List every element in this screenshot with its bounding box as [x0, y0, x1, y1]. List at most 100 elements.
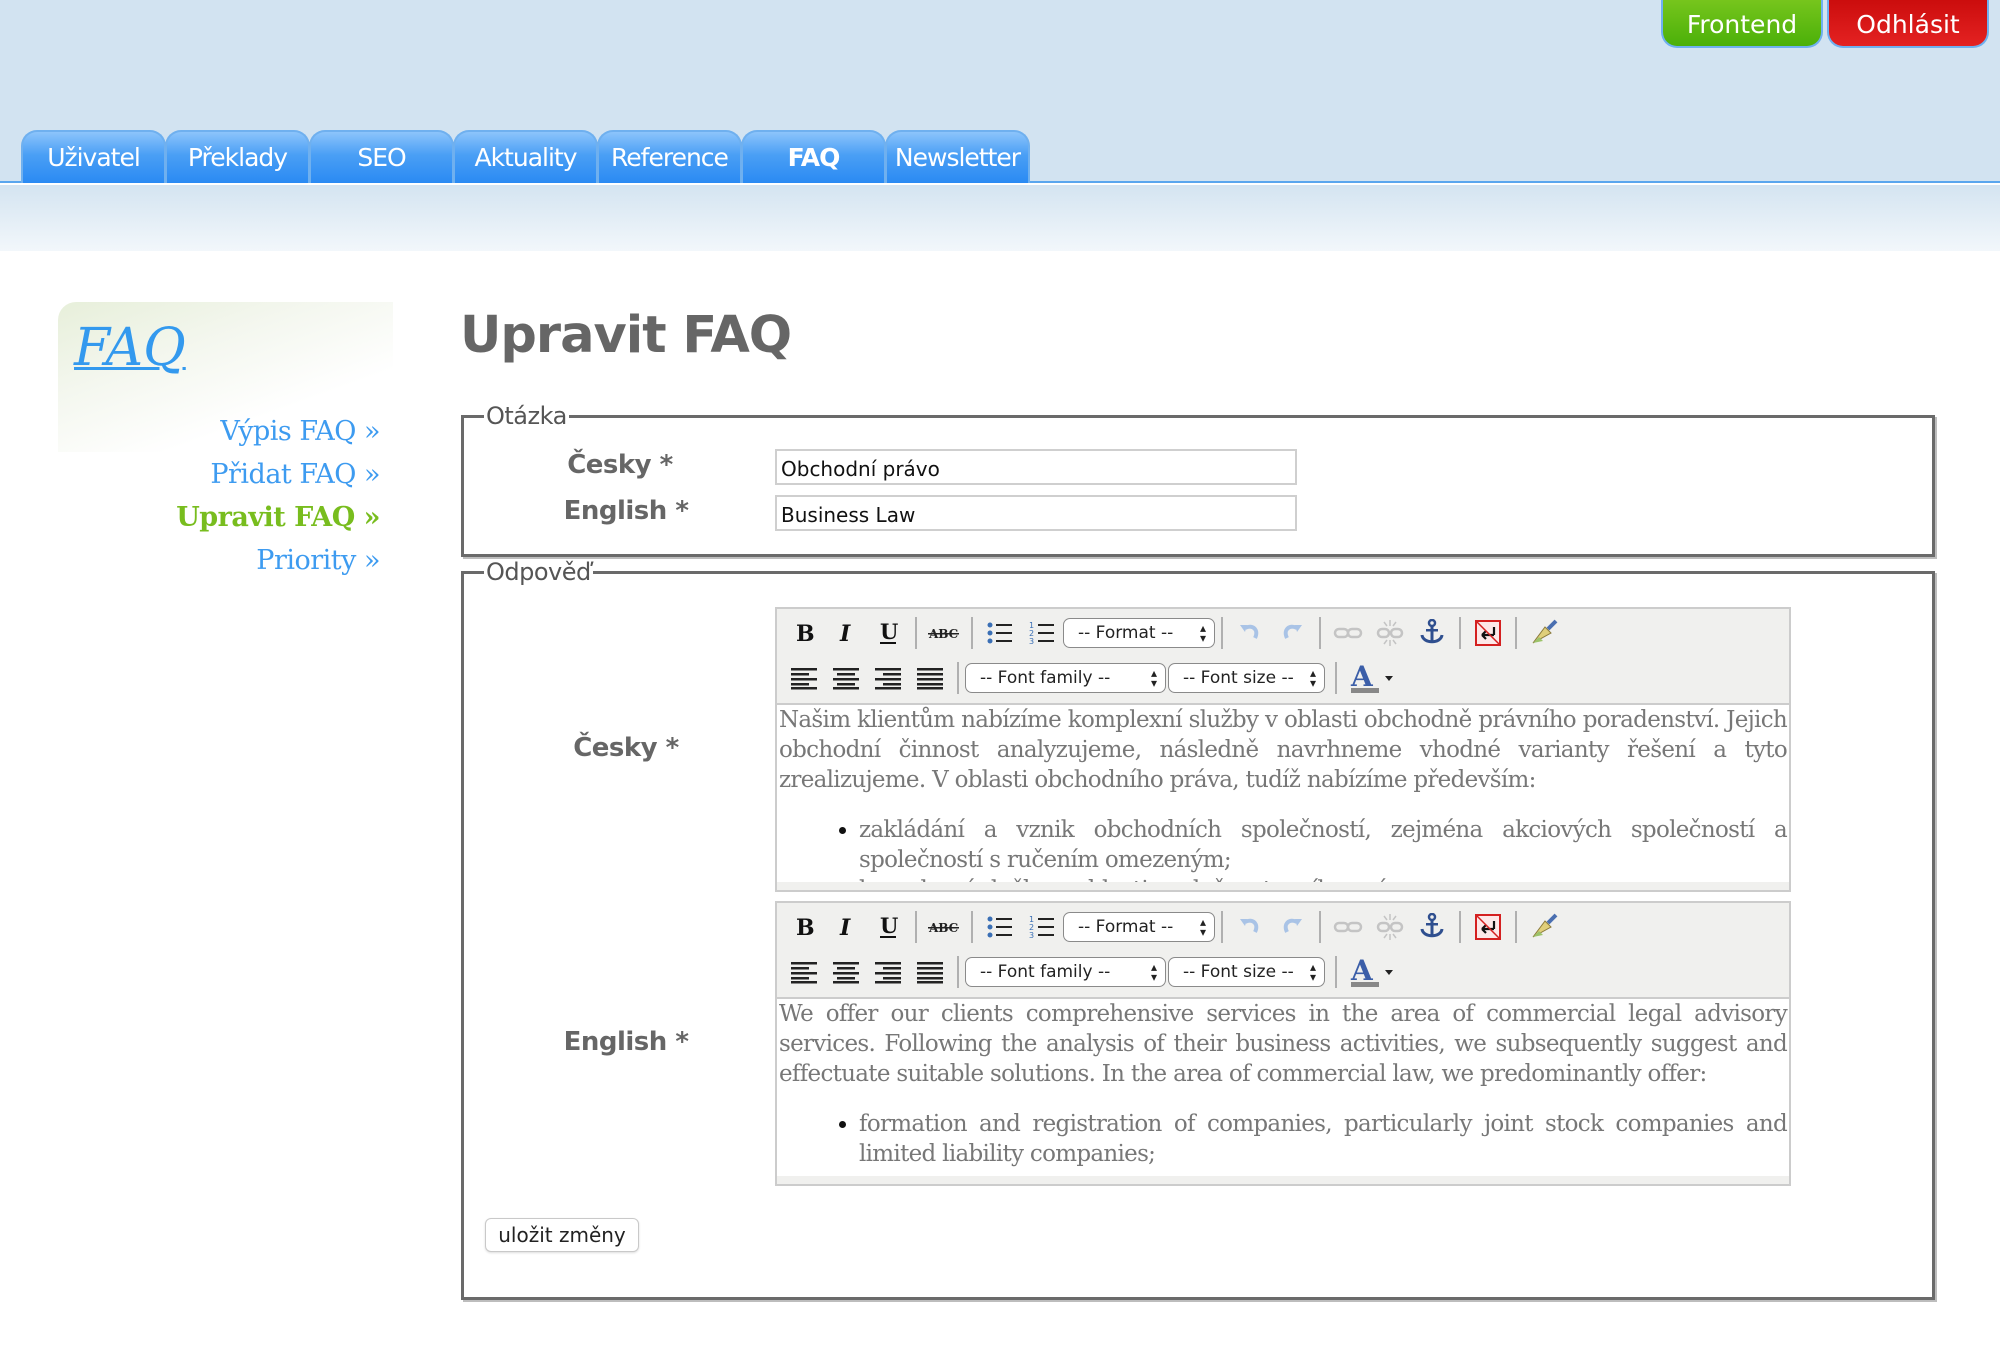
- bullet-list-icon[interactable]: [979, 615, 1021, 651]
- anchor-icon[interactable]: [1411, 909, 1453, 945]
- toolbar-separator: [1319, 617, 1321, 649]
- bold-icon[interactable]: B: [783, 615, 825, 651]
- tab-uzivatel[interactable]: Uživatel: [21, 130, 166, 183]
- editor-cz: B I U ABC 123 -- Format -- ▴ ▾ -- Font f…: [775, 607, 1791, 892]
- logout-button[interactable]: Odhlásit: [1827, 0, 1989, 48]
- format-select[interactable]: -- Format -- ▴ ▾: [1063, 618, 1215, 648]
- text-color-icon[interactable]: A: [1343, 660, 1399, 696]
- bold-icon[interactable]: B: [783, 909, 825, 945]
- unlink-icon[interactable]: [1369, 909, 1411, 945]
- main-tabs: Uživatel Překlady SEO Aktuality Referenc…: [21, 130, 1030, 183]
- paint-brush-icon[interactable]: [1523, 615, 1565, 651]
- svg-text:I: I: [839, 621, 851, 645]
- tab-newsletter[interactable]: Newsletter: [885, 130, 1030, 183]
- header-gradient-band: [0, 185, 2000, 251]
- align-center-icon[interactable]: [825, 660, 867, 696]
- toolbar-separator: [1221, 617, 1223, 649]
- sidebar-title[interactable]: FAQ: [74, 318, 186, 378]
- italic-icon[interactable]: I: [825, 615, 867, 651]
- align-justify-icon[interactable]: [909, 660, 951, 696]
- redo-icon[interactable]: [1271, 909, 1313, 945]
- svg-text:3: 3: [1029, 931, 1034, 940]
- redo-icon[interactable]: [1271, 615, 1313, 651]
- question-en-label: English *: [563, 496, 689, 526]
- align-center-icon[interactable]: [825, 954, 867, 990]
- save-button[interactable]: uložit změny: [485, 1218, 639, 1252]
- format-select[interactable]: -- Format -- ▴ ▾: [1063, 912, 1215, 942]
- editor-cz-paragraph: Našim klientům nabízíme komplexní služby…: [779, 707, 1788, 793]
- anchor-icon[interactable]: [1411, 615, 1453, 651]
- link-icon[interactable]: [1327, 909, 1369, 945]
- answer-en-label: English *: [563, 1027, 689, 1057]
- sidebar-item-priority[interactable]: Priority »: [120, 539, 380, 582]
- sidebar-item-upravit-faq[interactable]: Upravit FAQ »: [120, 496, 380, 539]
- editor-en-toolbar: B I U ABC 123 -- Format -- ▴ ▾ -- Font f…: [777, 903, 1789, 999]
- font-family-select[interactable]: -- Font family -- ▴ ▾: [965, 663, 1166, 693]
- toolbar-separator: [957, 662, 959, 694]
- align-right-icon[interactable]: [867, 954, 909, 990]
- toolbar-separator: [971, 617, 973, 649]
- question-en-input[interactable]: [775, 495, 1297, 531]
- cleanup-icon[interactable]: [1467, 615, 1509, 651]
- text-color-icon[interactable]: A: [1343, 954, 1399, 990]
- align-justify-icon[interactable]: [909, 954, 951, 990]
- undo-icon[interactable]: [1229, 909, 1271, 945]
- toolbar-separator: [1319, 911, 1321, 943]
- tab-aktuality[interactable]: Aktuality: [453, 130, 598, 183]
- sidebar-item-pridat-faq[interactable]: Přidat FAQ »: [120, 453, 380, 496]
- align-left-icon[interactable]: [783, 954, 825, 990]
- align-right-icon[interactable]: [867, 660, 909, 696]
- svg-text:B: B: [796, 621, 815, 645]
- undo-icon[interactable]: [1229, 615, 1271, 651]
- align-left-icon[interactable]: [783, 660, 825, 696]
- strikethrough-icon[interactable]: ABC: [923, 615, 965, 651]
- toolbar-separator: [1515, 911, 1517, 943]
- toolbar-separator: [971, 911, 973, 943]
- question-cz-label: Česky *: [567, 450, 673, 480]
- toolbar-separator: [1335, 662, 1337, 694]
- toolbar-separator: [915, 911, 917, 943]
- select-arrows-icon: ▴ ▾: [1199, 915, 1206, 939]
- underline-icon[interactable]: U: [867, 615, 909, 651]
- editor-cz-toolbar: B I U ABC 123 -- Format -- ▴ ▾ -- Font f…: [777, 609, 1789, 705]
- font-size-select[interactable]: -- Font size -- ▴ ▾: [1168, 663, 1325, 693]
- frontend-button[interactable]: Frontend: [1661, 0, 1823, 48]
- editor-en: B I U ABC 123 -- Format -- ▴ ▾ -- Font f…: [775, 901, 1791, 1186]
- underline-icon[interactable]: U: [867, 909, 909, 945]
- link-icon[interactable]: [1327, 615, 1369, 651]
- select-arrows-icon: ▴ ▾: [1150, 666, 1157, 690]
- font-size-select[interactable]: -- Font size -- ▴ ▾: [1168, 957, 1325, 987]
- answer-legend: Odpověď: [486, 558, 591, 586]
- svg-text:U: U: [880, 620, 898, 644]
- svg-text:U: U: [880, 914, 898, 938]
- strikethrough-icon[interactable]: ABC: [923, 909, 965, 945]
- list-item: zakládání a vznik obchodních společností…: [859, 815, 1788, 875]
- paint-brush-icon[interactable]: [1523, 909, 1565, 945]
- tab-seo[interactable]: SEO: [309, 130, 454, 183]
- toolbar-separator: [1335, 956, 1337, 988]
- select-arrows-icon: ▴ ▾: [1150, 960, 1157, 984]
- editor-en-content[interactable]: We offer our clients comprehensive servi…: [777, 999, 1789, 1178]
- numbered-list-icon[interactable]: 123: [1021, 909, 1063, 945]
- tab-reference[interactable]: Reference: [597, 130, 742, 183]
- editor-cz-list: zakládání a vznik obchodních společností…: [779, 815, 1788, 884]
- svg-text:3: 3: [1029, 637, 1034, 646]
- tab-faq[interactable]: FAQ: [741, 130, 886, 183]
- header: Frontend Odhlásit Uživatel Překlady SEO …: [0, 0, 2000, 183]
- editor-cz-content[interactable]: Našim klientům nabízíme komplexní služby…: [777, 705, 1789, 884]
- unlink-icon[interactable]: [1369, 615, 1411, 651]
- numbered-list-icon[interactable]: 123: [1021, 615, 1063, 651]
- editor-cz-statusbar: [777, 882, 1789, 890]
- sidebar-item-vypis-faq[interactable]: Výpis FAQ »: [120, 410, 380, 453]
- question-cz-input[interactable]: [775, 449, 1297, 485]
- toolbar-separator: [957, 956, 959, 988]
- italic-icon[interactable]: I: [825, 909, 867, 945]
- question-legend: Otázka: [486, 402, 567, 430]
- cleanup-icon[interactable]: [1467, 909, 1509, 945]
- select-arrows-icon: ▴ ▾: [1309, 960, 1316, 984]
- select-arrows-icon: ▴ ▾: [1309, 666, 1316, 690]
- toolbar-separator: [1459, 617, 1461, 649]
- bullet-list-icon[interactable]: [979, 909, 1021, 945]
- font-family-select[interactable]: -- Font family -- ▴ ▾: [965, 957, 1166, 987]
- tab-preklady[interactable]: Překlady: [165, 130, 310, 183]
